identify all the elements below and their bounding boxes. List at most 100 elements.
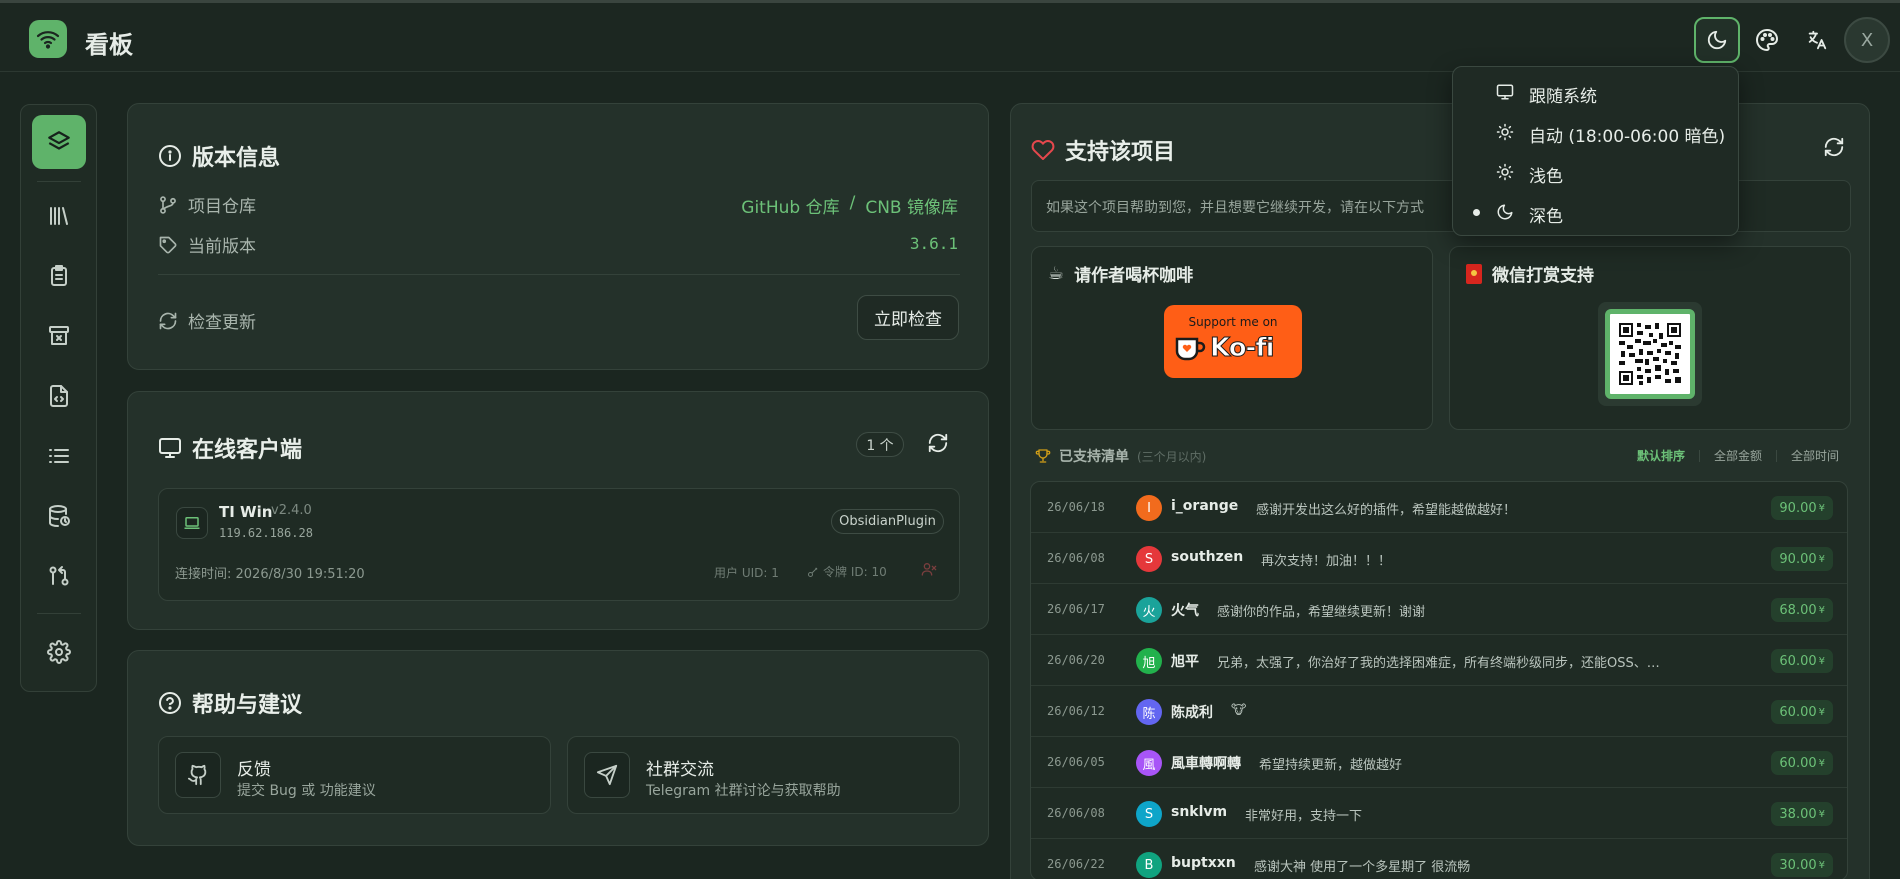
translate-icon [1808,30,1827,50]
selected-indicator [1473,209,1480,216]
git-branch-icon [160,195,176,214]
coffee-card: ☕ 请作者喝杯咖啡 Support me on Ko-fi [1031,246,1433,430]
support-card-title: 支持该项目 [1065,140,1176,165]
supporter-amount: 68.00 ¥ [1771,598,1833,622]
supporter-name: i_orange [1171,498,1239,514]
supporter-date: 26/06/20 [1047,653,1105,667]
community-link[interactable]: 社群交流 Telegram 社群讨论与获取帮助 [567,736,960,814]
git-compare-icon [49,566,69,586]
sort-amount[interactable]: 全部金额 [1714,447,1762,464]
palette-icon [1756,29,1778,51]
moon-icon [1707,30,1727,50]
sidebar-item-library[interactable] [32,189,86,243]
check-update-label: 检查更新 [188,313,256,333]
amount-value: 30.00 [1779,857,1817,873]
currency-symbol: ¥ [1818,859,1825,871]
kofi-button[interactable]: Support me on Ko-fi [1164,305,1302,378]
library-icon [50,207,68,225]
theme-option-label: 深色 [1529,207,1563,227]
github-icon [175,752,221,798]
send-icon [584,752,630,798]
theme-option-auto[interactable]: 自动 (18:00-06:00 暗色) [1453,112,1740,152]
sidebar-item-code-files[interactable] [32,369,86,423]
client-ip: 119.62.186.28 [219,526,313,540]
sidebar-item-archive[interactable] [32,309,86,363]
sidebar-item-dashboard[interactable] [32,115,86,169]
theme-option-light[interactable]: 浅色 [1453,152,1740,192]
wechat-title: 微信打赏支持 [1492,266,1594,286]
sidebar-item-settings[interactable] [32,625,86,679]
version-value: 3.6.1 [909,234,958,253]
amount-value: 38.00 [1779,806,1817,822]
supporter-avatar: I [1136,495,1162,521]
disconnect-client-button[interactable] [921,561,937,577]
supporter-message: 非常好用，支持一下 [1245,805,1739,824]
wechat-card: 微信打赏支持 [1449,246,1851,430]
currency-symbol: ¥ [1818,553,1825,565]
supporter-row: 26/06/22 Bbuptxxn 感谢大神 使用了一个多星期了 很流畅 30.00 ¥ [1031,839,1847,879]
sidebar-item-git-compare[interactable] [32,549,86,603]
client-item[interactable]: TI Win v2.4.0 119.62.186.28 ObsidianPlug… [158,488,960,601]
app-title: 看板 [85,31,133,59]
supporter-message: 希望持续更新，越做越好 [1259,754,1739,773]
check-now-button[interactable]: 立即检查 [857,295,959,340]
supporter-amount: 30.00 ¥ [1771,853,1833,877]
supporter-date: 26/06/17 [1047,602,1105,616]
version-info-card: 版本信息 项目仓库 GitHub 仓库 / CNB 镜像库 当前版本 3.6.1… [127,103,989,370]
supporter-amount: 60.00 ¥ [1771,649,1833,673]
theme-toggle-button[interactable] [1694,17,1740,63]
client-count-badge: 1 个 [856,432,904,457]
supporter-date: 26/06/18 [1047,500,1105,514]
supporter-amount: 90.00 ¥ [1771,547,1833,571]
palette-button[interactable] [1744,17,1790,63]
clipboard-icon [51,265,67,286]
sidebar-item-list[interactable] [32,429,86,483]
theme-option-label: 浅色 [1529,167,1563,187]
supporter-date: 26/06/08 [1047,806,1105,820]
supporter-message: 感谢大神 使用了一个多星期了 很流畅 [1254,856,1739,875]
version-label: 当前版本 [188,237,256,257]
client-version: v2.4.0 [271,503,312,518]
refresh-icon [159,312,177,329]
feedback-desc: 提交 Bug 或 功能建议 [237,783,376,799]
amount-value: 60.00 [1779,704,1817,720]
top-bar: 看板 X [0,0,1900,72]
supporter-name: buptxxn [1171,855,1236,871]
user-uid: 用户 UID: 1 [714,566,779,580]
help-card: 帮助与建议 反馈 提交 Bug 或 功能建议 社群交流 Telegram 社群讨… [127,650,989,846]
github-repo-link[interactable]: GitHub 仓库 [741,193,839,218]
supporter-message: 兄弟，太强了，你治好了我的选择困难症，所有终端秒级同步，还能OSS、… [1217,652,1739,671]
kofi-cup-icon [1174,335,1208,363]
sidebar-item-database-backup[interactable] [32,489,86,543]
layers-icon [48,131,70,150]
language-button[interactable] [1794,17,1840,63]
user-avatar-button[interactable]: X [1844,17,1890,63]
qr-code-icon [1617,321,1683,387]
supporter-row: 26/06/20 旭旭平 兄弟，太强了，你治好了我的选择困难症，所有终端秒级同步，还… [1031,635,1847,686]
heart-icon [1031,140,1055,160]
clients-card-title: 在线客户端 [192,438,303,463]
supporter-name: 風車轉啊轉 [1171,756,1241,772]
supporter-row: 26/06/18 Ii_orange 感谢开发出这么好的插件，希望能越做越好！ 90.… [1031,482,1847,533]
cnb-mirror-link[interactable]: CNB 镜像库 [865,193,958,218]
monitor-icon [1496,84,1514,100]
currency-symbol: ¥ [1818,706,1825,718]
supporter-amount: 60.00 ¥ [1771,751,1833,775]
repo-separator: / [849,193,856,213]
tag-icon [159,236,177,253]
supporter-avatar: 陈 [1136,699,1162,725]
supporter-amount: 38.00 ¥ [1771,802,1833,826]
refresh-support-button[interactable] [1823,136,1845,158]
theme-option-system[interactable]: 跟随系统 [1453,72,1740,112]
sort-default[interactable]: 默认排序 [1637,447,1685,464]
theme-option-dark[interactable]: 深色 [1453,192,1740,232]
wechat-qr-code [1598,302,1702,406]
sort-time[interactable]: 全部时间 [1791,447,1839,464]
refresh-clients-button[interactable] [927,432,949,454]
theme-option-label: 自动 (18:00-06:00 暗色) [1529,127,1726,147]
feedback-link[interactable]: 反馈 提交 Bug 或 功能建议 [158,736,551,814]
wifi-logo-icon [29,20,67,58]
supporter-avatar: S [1136,546,1162,572]
sidebar-item-notes[interactable] [32,249,86,303]
archive-x-icon [49,326,69,345]
